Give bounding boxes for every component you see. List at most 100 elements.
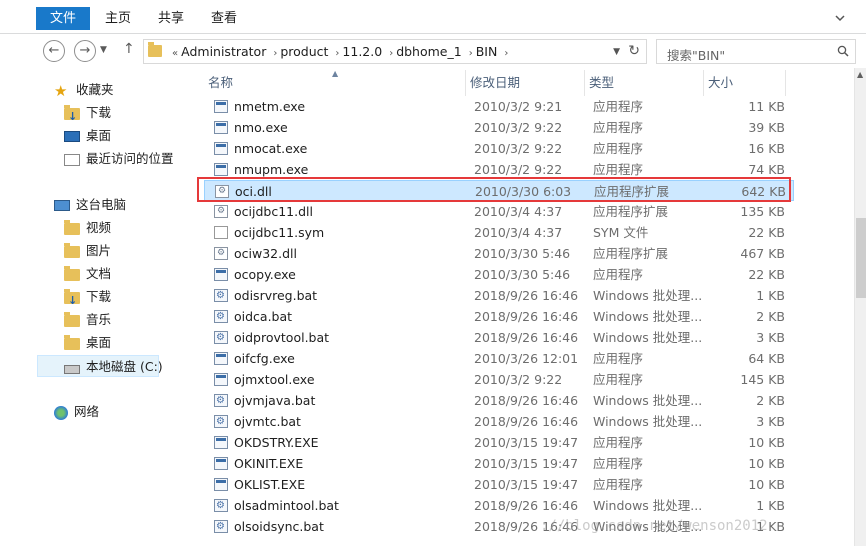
tab-view[interactable]: 查看 <box>197 7 251 30</box>
breadcrumb-item[interactable]: 11.2.0 <box>342 44 382 59</box>
file-date: 2010/3/30 5:46 <box>474 246 571 261</box>
file-row[interactable]: olsadmintool.bat 2018/9/26 16:46 Windows 批… <box>204 495 794 516</box>
breadcrumb-item[interactable]: Administrator <box>181 44 266 59</box>
file-date: 2010/3/2 9:22 <box>474 372 563 387</box>
file-row[interactable]: OKLIST.EXE 2010/3/15 19:47 应用程序 10 KB <box>204 474 794 495</box>
back-button[interactable]: ← <box>43 40 65 62</box>
bat-file-icon <box>214 390 228 411</box>
tab-file[interactable]: 文件 <box>36 7 91 30</box>
sidebar-item-documents[interactable]: 文档 <box>64 263 111 285</box>
desktop-folder-icon <box>64 334 80 350</box>
file-row[interactable]: oifcfg.exe 2010/3/26 12:01 应用程序 64 KB <box>204 348 794 369</box>
search-box[interactable]: 搜索"BIN" <box>656 39 856 64</box>
file-type: Windows 批处理... <box>593 309 703 324</box>
scroll-up-icon[interactable]: ▲ <box>857 70 863 79</box>
sidebar-item-videos[interactable]: 视频 <box>64 217 111 239</box>
file-type: 应用程序 <box>593 267 644 282</box>
file-date: 2010/3/4 4:37 <box>474 225 563 240</box>
file-type: 应用程序 <box>593 141 644 156</box>
file-name: olsadmintool.bat <box>234 498 339 513</box>
file-row[interactable]: odisrvreg.bat 2018/9/26 16:46 Windows 批处理.… <box>204 285 794 306</box>
file-size: 3 KB <box>756 414 785 429</box>
sidebar-item-this-pc[interactable]: 这台电脑 <box>54 194 126 216</box>
file-name: oidprovtool.bat <box>234 330 330 345</box>
file-size: 2 KB <box>756 309 785 324</box>
bat-file-icon <box>214 411 228 432</box>
file-row[interactable]: OKINIT.EXE 2010/3/15 19:47 应用程序 10 KB <box>204 453 794 474</box>
file-name: nmetm.exe <box>234 99 306 114</box>
sidebar-item-favorites[interactable]: ★ 收藏夹 <box>54 79 114 101</box>
file-type: Windows 批处理... <box>593 393 703 408</box>
navigation-pane: ★收藏夹 下载 桌面 最近访问的位置 这台电脑 视频 图片 文档 下载 音乐 桌… <box>0 68 196 546</box>
file-name: ociw32.dll <box>234 246 297 261</box>
file-row[interactable]: oidca.bat 2018/9/26 16:46 Windows 批处理... 2 … <box>204 306 794 327</box>
file-size: 10 KB <box>748 477 785 492</box>
file-row[interactable]: oidprovtool.bat 2018/9/26 16:46 Windows 批处… <box>204 327 794 348</box>
tab-share[interactable]: 共享 <box>144 7 198 30</box>
sidebar-item-network[interactable]: 网络 <box>54 401 99 423</box>
column-header-type[interactable]: 类型 <box>585 70 704 96</box>
file-size: 16 KB <box>748 141 785 156</box>
desktop-icon <box>64 131 80 142</box>
file-row[interactable]: ociw32.dll 2010/3/30 5:46 应用程序扩展 467 KB <box>204 243 794 264</box>
file-row[interactable]: nmo.exe 2010/3/2 9:22 应用程序 39 KB <box>204 117 794 138</box>
forward-button[interactable]: → <box>74 40 96 62</box>
file-row[interactable]: nmetm.exe 2010/3/2 9:21 应用程序 11 KB <box>204 96 794 117</box>
breadcrumb-item[interactable]: BIN <box>476 44 498 59</box>
downloads-folder-icon <box>64 288 80 312</box>
breadcrumb-item[interactable]: product <box>280 44 328 59</box>
file-name: ocijdbc11.dll <box>234 204 313 219</box>
exe-file-icon <box>214 268 228 281</box>
file-date: 2010/3/30 5:46 <box>474 267 571 282</box>
file-row[interactable]: ocijdbc11.dll 2010/3/4 4:37 应用程序扩展 135 KB <box>204 201 794 222</box>
file-name: oidca.bat <box>234 309 293 324</box>
file-type: 应用程序扩展 <box>593 204 669 219</box>
file-row[interactable]: ojvmjava.bat 2018/9/26 16:46 Windows 批处理..… <box>204 390 794 411</box>
sidebar-item-pictures[interactable]: 图片 <box>64 240 111 262</box>
chevron-down-icon[interactable]: ▼ <box>613 47 620 57</box>
bat-file-icon <box>214 306 228 327</box>
sidebar-item-local-disk[interactable]: 本地磁盘 (C:) <box>37 355 163 377</box>
chevron-down-icon[interactable] <box>834 12 846 24</box>
breadcrumb-item[interactable]: dbhome_1 <box>396 44 462 59</box>
breadcrumb-overflow[interactable]: « <box>172 48 178 59</box>
bat-file-icon <box>214 285 228 306</box>
dll-file-icon <box>214 201 228 222</box>
sidebar-item-recent[interactable]: 最近访问的位置 <box>64 148 174 170</box>
sidebar-item-desktop-pc[interactable]: 桌面 <box>64 332 111 354</box>
file-size: 135 KB <box>740 204 785 219</box>
column-header-date[interactable]: 修改日期 <box>466 70 585 96</box>
recent-places-icon <box>64 153 80 166</box>
file-row[interactable]: nmocat.exe 2010/3/2 9:22 应用程序 16 KB <box>204 138 794 159</box>
file-row[interactable]: ojvmtc.bat 2018/9/26 16:46 Windows 批处理... 3… <box>204 411 794 432</box>
file-date: 2010/3/15 19:47 <box>474 456 579 471</box>
file-row[interactable]: ojmxtool.exe 2010/3/2 9:22 应用程序 145 KB <box>204 369 794 390</box>
sidebar-item-downloads-pc[interactable]: 下载 <box>64 286 111 312</box>
column-header-size[interactable]: 大小 <box>704 70 786 96</box>
recent-locations-icon[interactable]: ▼ <box>100 45 107 55</box>
address-bar[interactable]: «Administrator › product › 11.2.0 › dbhome_1 › B… <box>143 39 647 64</box>
navigation-bar: ← → ▼ ↑ «Administrator › product › 11.2.0 › db… <box>0 34 866 68</box>
search-icon[interactable] <box>837 45 849 57</box>
exe-file-icon <box>214 163 228 176</box>
refresh-icon[interactable]: ↻ <box>628 43 640 59</box>
videos-folder-icon <box>64 219 80 235</box>
file-row[interactable]: ocijdbc11.sym 2010/3/4 4:37 SYM 文件 22 KB <box>204 222 794 243</box>
exe-file-icon <box>214 436 228 449</box>
file-name: ocopy.exe <box>234 267 296 282</box>
up-button[interactable]: ↑ <box>123 41 135 57</box>
file-size: 3 KB <box>756 330 785 345</box>
sidebar-item-desktop[interactable]: 桌面 <box>64 125 111 147</box>
tab-home[interactable]: 主页 <box>91 7 145 30</box>
sidebar-item-downloads[interactable]: 下载 <box>64 102 111 128</box>
file-row[interactable]: ocopy.exe 2010/3/30 5:46 应用程序 22 KB <box>204 264 794 285</box>
search-input[interactable]: 搜索"BIN" <box>667 45 725 64</box>
file-row[interactable]: OKDSTRY.EXE 2010/3/15 19:47 应用程序 10 KB <box>204 432 794 453</box>
scrollbar-thumb[interactable] <box>856 218 866 298</box>
bat-file-icon <box>214 516 228 537</box>
file-date: 2018/9/26 16:46 <box>474 330 579 345</box>
sidebar-item-music[interactable]: 音乐 <box>64 309 111 331</box>
vertical-scrollbar[interactable]: ▲ <box>854 68 866 546</box>
column-header-name[interactable]: 名称 <box>204 70 466 96</box>
file-date: 2010/3/2 9:22 <box>474 120 563 135</box>
